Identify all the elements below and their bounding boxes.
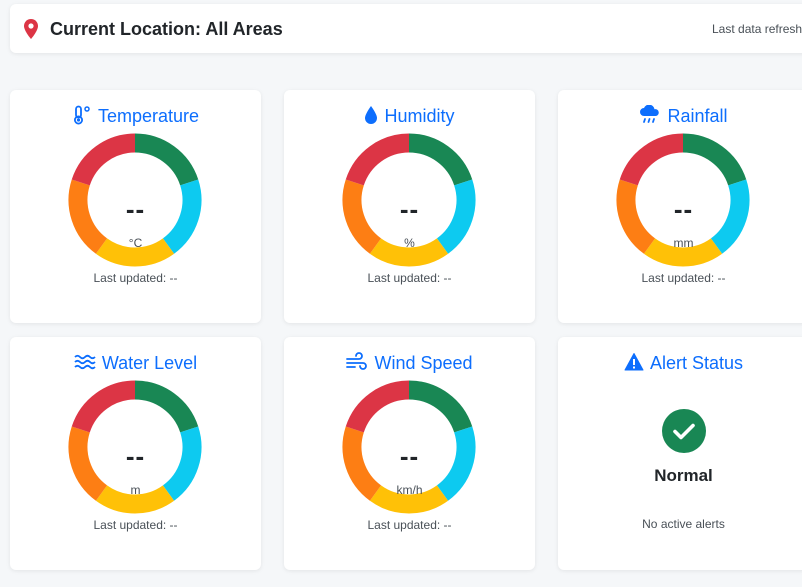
temperature-value: -- [125,194,146,224]
humidity-last-updated: Last updated: -- [367,271,452,285]
cloud-rain-icon [640,105,660,123]
wind-speed-value: -- [399,441,420,471]
wind-speed-last-updated: Last updated: -- [367,518,452,532]
status-indicator [662,409,706,453]
rainfall-value: -- [673,194,694,224]
temperature-gauge-segment-5 [71,133,136,186]
card-title-text: Rainfall [667,106,728,126]
rainfall-gauge-segment-1 [682,133,747,186]
card-title: Wind Speed [284,352,535,374]
card-title: Water Level [10,352,261,374]
rainfall-card: Rainfall -- mm Last updated: -- [558,90,802,323]
water-level-gauge-segment-5 [71,380,136,433]
last-refresh-label: Last data refresh: [712,22,802,36]
water-waves-icon [74,354,96,370]
temperature-gauge-segment-1 [134,133,199,186]
humidity-unit: % [404,236,415,250]
check-icon [673,423,695,440]
wind-speed-card: Wind Speed -- km/h Last updated: -- [284,337,535,570]
humidity-gauge-segment-1 [408,133,473,186]
map-marker-icon [24,19,38,39]
card-title-text: Water Level [101,353,198,373]
humidity-value: -- [399,194,420,224]
temperature-last-updated: Last updated: -- [93,271,178,285]
location-title: Current Location: All Areas [50,19,283,39]
alert-status-card: Alert Status Normal No active alerts [558,337,802,570]
wind-icon [346,352,368,370]
thermometer-icon [73,105,90,125]
water-level-card: Water Level -- m Last updated: -- [10,337,261,570]
wind-speed-unit: km/h [396,483,423,497]
humidity-gauge-segment-5 [345,133,410,186]
rainfall-last-updated: Last updated: -- [641,271,726,285]
card-title: Humidity [284,105,535,127]
alert-status-label: Normal [654,466,713,485]
card-title-text: Temperature [97,106,200,126]
card-title: Alert Status [558,352,802,374]
card-title-text: Alert Status [649,353,744,373]
rainfall-gauge-segment-5 [619,133,684,186]
water-level-gauge-segment-1 [134,380,199,433]
wind-speed-gauge-segment-5 [345,380,410,433]
water-level-value: -- [125,441,146,471]
location-header: Current Location: All Areas Last data re… [10,4,802,53]
wind-speed-gauge-segment-1 [408,380,473,433]
temperature-card: Temperature -- °C Last updated: -- [10,90,261,323]
card-title: Temperature [10,105,261,127]
water-drop-icon [365,106,378,124]
warning-triangle-icon [624,353,644,371]
rainfall-unit: mm [673,236,694,250]
card-title-text: Humidity [384,106,455,126]
card-title-text: Wind Speed [374,353,473,373]
water-level-last-updated: Last updated: -- [93,518,178,532]
alert-status-note: No active alerts [642,517,725,531]
humidity-card: Humidity -- % Last updated: -- [284,90,535,323]
card-title: Rainfall [558,105,802,127]
temperature-unit: °C [128,236,143,250]
water-level-unit: m [130,483,141,497]
